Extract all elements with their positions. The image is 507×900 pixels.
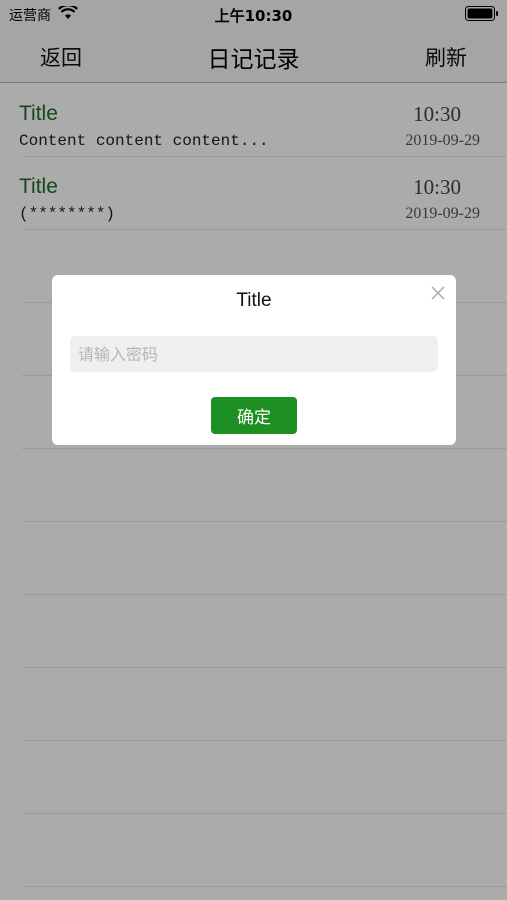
dialog-title: Title bbox=[236, 290, 272, 311]
password-input[interactable] bbox=[70, 336, 438, 372]
modal-overlay[interactable] bbox=[0, 0, 507, 900]
close-icon[interactable] bbox=[430, 285, 446, 301]
confirm-button[interactable]: 确定 bbox=[211, 397, 297, 434]
password-dialog: Title 确定 bbox=[52, 275, 456, 445]
